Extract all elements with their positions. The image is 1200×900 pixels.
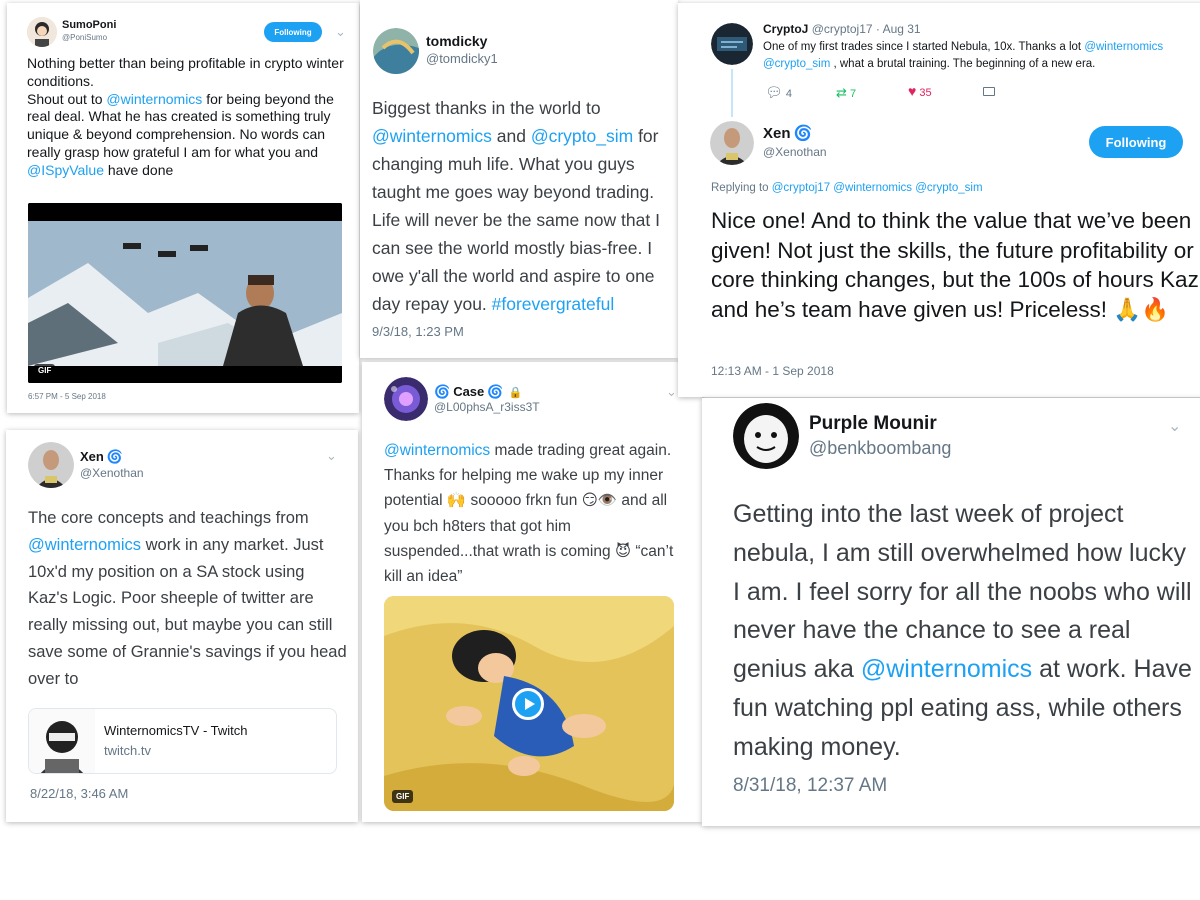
link-card[interactable]: WinternomicsTV - Twitch twitch.tv [28, 708, 337, 774]
mention-link[interactable]: @winternomics [384, 442, 490, 459]
timestamp[interactable]: 12:13 AM - 1 Sep 2018 [711, 364, 834, 378]
tweet-text: Nice one! And to think the value that we… [711, 208, 1199, 322]
following-button[interactable]: Following [1089, 126, 1183, 158]
tweet-text: One of my first trades since I started N… [763, 41, 1164, 70]
mention-link[interactable]: @winternomics [106, 91, 202, 107]
display-name[interactable]: 🌀 Case 🌀 🔒 [434, 384, 522, 400]
avatar[interactable] [27, 17, 57, 47]
heart-icon: ♥ [908, 83, 917, 99]
user-handle[interactable]: @PoniSumo [62, 33, 107, 42]
swirl-icon: 🌀 [487, 384, 504, 399]
display-name[interactable]: Purple Mounir [809, 413, 937, 435]
display-name[interactable]: tomdicky [426, 33, 487, 49]
user-handle[interactable]: @L00phsA_r3iss3T [434, 400, 540, 414]
avatar[interactable] [373, 28, 419, 74]
chevron-down-icon[interactable]: ⌄ [1168, 416, 1181, 436]
user-handle[interactable]: @benkboombang [809, 438, 951, 459]
mention-link[interactable]: @ISpyValue [27, 162, 104, 178]
mention-link[interactable]: @winternomics [1084, 41, 1163, 53]
swirl-icon: 🌀 [106, 449, 124, 464]
tweet-card-tomdicky: tomdicky @tomdicky1 Biggest thanks in th… [360, 0, 678, 358]
mention-link[interactable]: @winternomics [861, 655, 1032, 683]
display-name[interactable]: Xen 🌀 [80, 449, 123, 465]
tweet-text: Getting into the last week of project ne… [733, 500, 1192, 761]
tweet-text: @winternomics made trading great again. … [384, 442, 674, 586]
avatar[interactable] [711, 23, 753, 65]
timestamp[interactable]: 9/3/18, 1:23 PM [372, 324, 464, 339]
retweet-icon: ⇄ [836, 85, 847, 100]
following-button[interactable]: Following [264, 22, 322, 42]
mention-link[interactable]: @crypto_sim [763, 58, 830, 70]
user-handle[interactable]: @Xenothan [763, 145, 827, 159]
like-action[interactable]: ♥ 35 [908, 83, 932, 99]
tweet-card-cryptoj-thread: CryptoJ @cryptoj17 · Aug 31 One of my fi… [678, 3, 1200, 397]
chevron-down-icon[interactable]: ⌄ [326, 448, 337, 464]
hashtag-link[interactable]: #forevergrateful [492, 294, 615, 314]
user-handle[interactable]: @cryptoj17 [812, 22, 873, 36]
mention-link[interactable]: @cryptoj17 @winternomics @crypto_sim [772, 182, 983, 194]
chevron-down-icon[interactable]: ⌄ [666, 384, 677, 400]
reply-icon: 💬︎ [765, 84, 783, 100]
tweet-text: Nothing better than being profitable in … [27, 55, 344, 178]
link-card-thumbnail [29, 709, 95, 773]
tweet-card-sumoponi: SumoPoni @PoniSumo Following ⌄ Nothing b… [7, 3, 359, 413]
retweet-action[interactable]: ⇄ 7 [836, 85, 856, 101]
mention-link[interactable]: @crypto_sim [531, 126, 633, 146]
tweet-text: The core concepts and teachings from @wi… [28, 509, 347, 688]
lock-icon: 🔒 [508, 387, 523, 399]
replying-to: Replying to @cryptoj17 @winternomics @cr… [711, 182, 983, 194]
tweet-card-case: 🌀 Case 🌀 🔒 @L00phsA_r3iss3T ⌄ @winternomics… [362, 362, 702, 822]
mention-link[interactable]: @winternomics [28, 536, 141, 554]
mention-link[interactable]: @winternomics [372, 126, 492, 146]
reply-action[interactable]: 💬︎ 4 [765, 84, 792, 101]
play-icon[interactable] [512, 688, 544, 720]
display-name[interactable]: SumoPoni [62, 19, 116, 31]
avatar[interactable] [28, 442, 74, 488]
tweet-header: CryptoJ @cryptoj17 · Aug 31 [763, 22, 921, 36]
link-card-domain: twitch.tv [104, 743, 151, 758]
swirl-icon: 🌀 [793, 125, 813, 142]
link-card-title: WinternomicsTV - Twitch [104, 723, 248, 738]
gif-badge: GIF [34, 364, 56, 377]
timestamp[interactable]: 6:57 PM - 5 Sep 2018 [28, 392, 106, 401]
avatar[interactable] [710, 121, 754, 165]
tweet-date[interactable]: · Aug 31 [876, 22, 921, 36]
gif-media[interactable]: GIF [384, 596, 674, 811]
tweet-card-xen: Xen 🌀 @Xenothan ⌄ The core concepts and t… [6, 430, 358, 822]
timestamp[interactable]: 8/22/18, 3:46 AM [30, 786, 128, 801]
tweet-card-purple-mounir: Purple Mounir @benkboombang ⌄ Getting in… [702, 398, 1200, 826]
display-name[interactable]: Xen 🌀 [763, 124, 812, 142]
avatar[interactable] [733, 403, 799, 469]
display-name[interactable]: CryptoJ [763, 22, 808, 36]
avatar[interactable] [384, 377, 428, 421]
dm-icon[interactable] [983, 87, 995, 96]
user-handle[interactable]: @Xenothan [80, 466, 144, 480]
chevron-down-icon[interactable]: ⌄ [335, 24, 346, 40]
gif-media[interactable]: GIF [28, 203, 342, 383]
gif-badge: GIF [392, 790, 414, 803]
tweet-text: Biggest thanks in the world to @winterno… [372, 98, 660, 314]
thread-line [731, 69, 733, 117]
swirl-icon: 🌀 [434, 384, 451, 399]
user-handle[interactable]: @tomdicky1 [426, 51, 498, 66]
timestamp[interactable]: 8/31/18, 12:37 AM [733, 775, 887, 797]
